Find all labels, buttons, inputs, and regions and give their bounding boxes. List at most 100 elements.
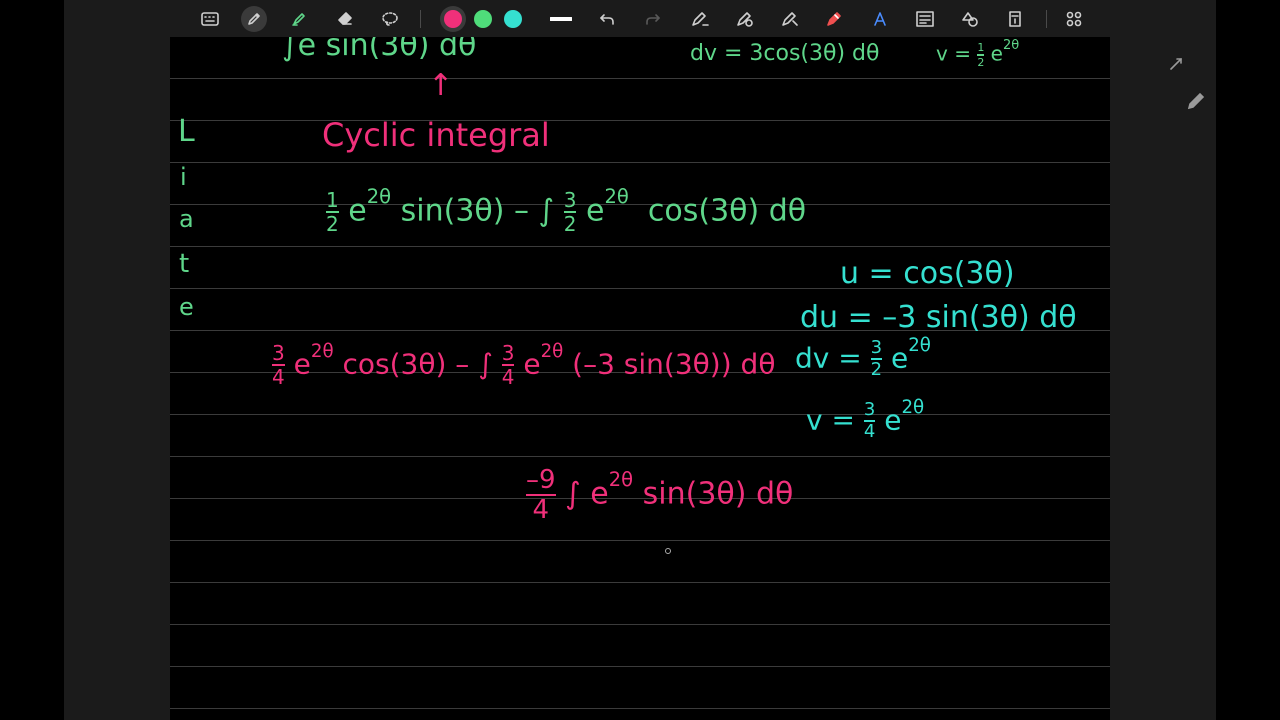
undo-icon[interactable] xyxy=(597,6,617,32)
numerator: 3 xyxy=(501,341,515,366)
highlighter-icon[interactable] xyxy=(288,6,310,32)
page-rule xyxy=(170,120,1110,121)
notes-app: ∫e sin(3θ) dθ dv = 3cos(3θ) dθ v = 1 2 e… xyxy=(64,0,1216,720)
numerator: –9 xyxy=(526,465,556,495)
text-style-icon[interactable] xyxy=(869,6,891,32)
green-pen-color[interactable] xyxy=(473,6,493,32)
keyboard-icon[interactable] xyxy=(199,6,221,32)
text-box-icon[interactable] xyxy=(914,6,936,32)
v-prefix: v = xyxy=(806,403,855,437)
exponent: 2θ xyxy=(908,335,931,356)
base-e: e xyxy=(590,476,609,512)
teal-pen-color[interactable] xyxy=(503,6,523,32)
pink-pen-color[interactable] xyxy=(440,6,466,32)
line3-fraction: –9 4 xyxy=(526,467,556,523)
shape-pen-icon[interactable] xyxy=(734,6,756,32)
denominator: 4 xyxy=(863,421,876,443)
exponent: 2θ xyxy=(901,397,925,418)
line2-tail: (–3 sin(3θ)) dθ xyxy=(572,347,776,381)
toolbar-divider-2 xyxy=(1046,10,1047,28)
top-toolbar xyxy=(64,0,1216,37)
denominator: 4 xyxy=(501,365,515,390)
top-v-numerator: 1 xyxy=(977,41,985,55)
base-e: e xyxy=(586,193,605,229)
top-dv-equation: dv = 3cos(3θ) dθ xyxy=(690,41,880,66)
numerator: 3 xyxy=(863,399,876,421)
exponent: 2θ xyxy=(540,341,564,362)
liate-e: e xyxy=(179,293,194,321)
cyclic-integral-label: Cyclic integral xyxy=(322,116,550,154)
line1-fraction: 1 2 xyxy=(326,190,339,234)
stroke-width-icon[interactable] xyxy=(549,6,573,32)
teal-color-swatch xyxy=(504,10,522,28)
shapes-icon[interactable] xyxy=(959,6,981,32)
line1-middle: sin(3θ) – ∫ xyxy=(400,193,555,229)
numerator: 3 xyxy=(272,341,285,366)
base-e: e xyxy=(348,193,367,229)
liate-t: t xyxy=(179,249,190,279)
arrow-up: ↑ xyxy=(428,68,454,103)
integral-sign: ∫ xyxy=(565,476,581,512)
liate-a: a xyxy=(179,205,194,233)
dv-equation: dv = 3 2 e2θ xyxy=(795,335,931,381)
denominator: 2 xyxy=(563,212,577,237)
liate-i: i xyxy=(180,163,187,191)
top-v-exponent: 2θ xyxy=(1002,38,1020,53)
pen-settings-icon[interactable] xyxy=(689,6,711,32)
lasso-icon[interactable] xyxy=(379,6,401,32)
line1-tail: cos(3θ) dθ xyxy=(647,193,807,229)
sticker-icon[interactable] xyxy=(1004,6,1026,32)
line3-expression: –9 4 ∫ e2θ sin(3θ) dθ xyxy=(526,467,793,523)
page-rule xyxy=(170,666,1110,667)
numerator: 1 xyxy=(326,188,339,213)
grid-icon[interactable] xyxy=(1063,6,1085,32)
redo-icon[interactable] xyxy=(643,6,663,32)
base-e: e xyxy=(884,403,902,437)
page-rule xyxy=(170,456,1110,457)
line2-middle: cos(3θ) – ∫ xyxy=(342,347,493,381)
top-v-prefix: v = xyxy=(936,41,971,66)
page-rule xyxy=(170,246,1110,247)
collapse-icon[interactable] xyxy=(1165,53,1187,75)
denominator: 4 xyxy=(532,495,550,525)
base-e: e xyxy=(293,347,311,381)
exponent: 2θ xyxy=(604,185,629,208)
du-equation: du = –3 sin(3θ) dθ xyxy=(800,300,1077,335)
line2-fraction-2: 3 4 xyxy=(501,341,515,390)
page-rule xyxy=(170,78,1110,79)
eraser-icon[interactable] xyxy=(334,6,356,32)
page-rule xyxy=(170,708,1110,709)
pink-color-swatch xyxy=(444,10,462,28)
v-equation: v = 3 4 e2θ xyxy=(806,397,925,443)
page-rule xyxy=(170,162,1110,163)
page-rule xyxy=(170,540,1110,541)
pencil-icon[interactable] xyxy=(1185,90,1207,112)
line3-tail: sin(3θ) dθ xyxy=(642,476,794,512)
note-page[interactable]: ∫e sin(3θ) dθ dv = 3cos(3θ) dθ v = 1 2 e… xyxy=(170,37,1110,720)
numerator: 3 xyxy=(563,188,577,213)
u-equation: u = cos(3θ) xyxy=(840,256,1015,291)
top-v-equation: v = 1 2 e2θ xyxy=(936,39,1019,68)
toolbar-divider xyxy=(420,10,421,28)
page-rule xyxy=(170,624,1110,625)
base-e: e xyxy=(523,347,541,381)
exponent: 2θ xyxy=(366,185,392,208)
liate-l: L xyxy=(178,114,195,149)
denominator: 4 xyxy=(272,365,285,390)
v-fraction: 3 4 xyxy=(863,399,876,443)
pen-icon[interactable] xyxy=(241,6,267,32)
line2-expression: 3 4 e2θ cos(3θ) – ∫ 3 4 e2θ (–3 sin(3θ))… xyxy=(272,341,776,390)
line1-expression: 1 2 e2θ sin(3θ) – ∫ 3 2 e2θ cos(3θ) dθ xyxy=(326,187,806,234)
denominator: 2 xyxy=(326,212,339,237)
ruler-pen-icon[interactable] xyxy=(779,6,801,32)
line2-fraction: 3 4 xyxy=(272,343,285,387)
page-rule xyxy=(170,414,1110,415)
page-rule xyxy=(170,582,1110,583)
top-integral: ∫e sin(3θ) dθ xyxy=(282,37,477,63)
numerator: 3 xyxy=(870,337,883,359)
top-v-denominator: 2 xyxy=(977,56,985,70)
marker-icon[interactable] xyxy=(824,6,846,32)
dv-prefix: dv = xyxy=(795,341,862,375)
cursor-indicator xyxy=(665,548,671,554)
denominator: 2 xyxy=(870,359,883,381)
